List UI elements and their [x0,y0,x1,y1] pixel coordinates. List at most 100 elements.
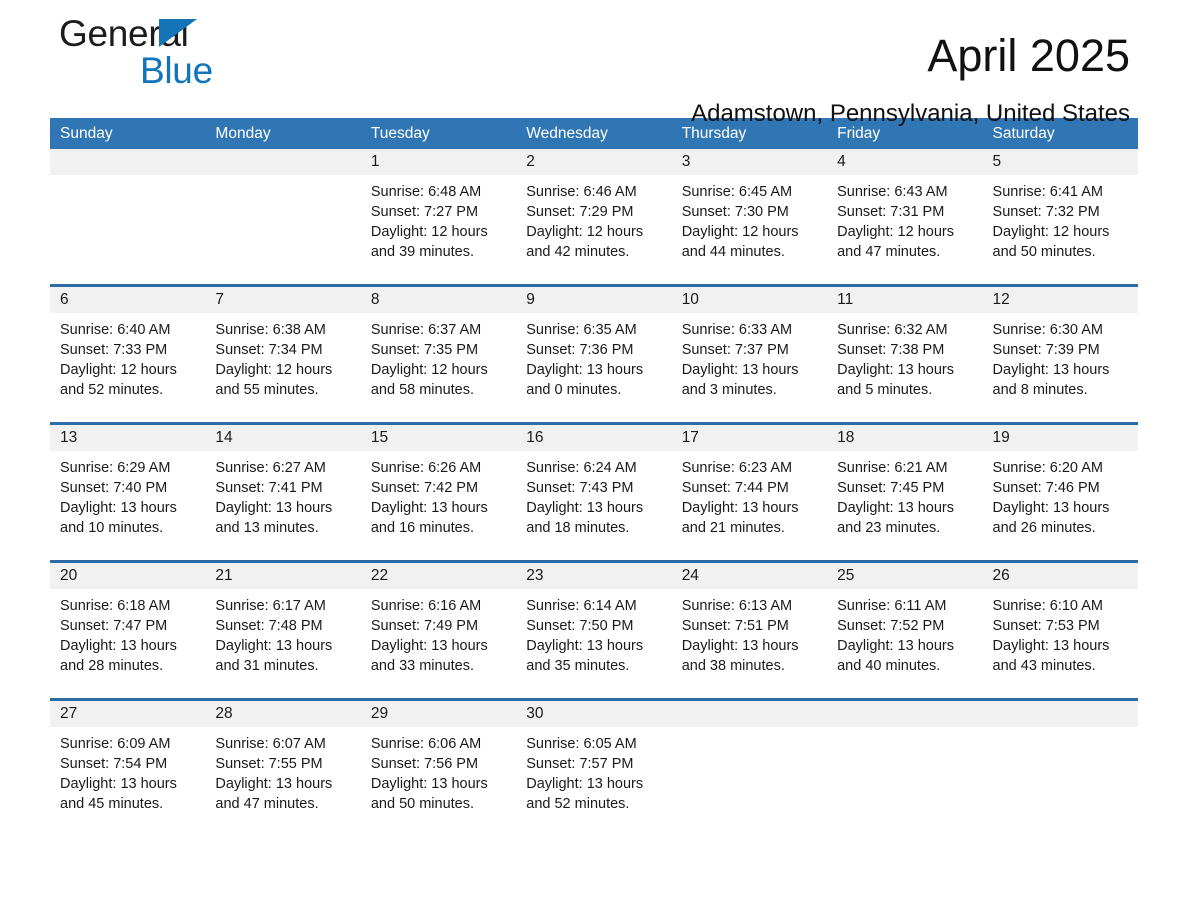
day-info-14[interactable]: Sunrise: 6:27 AM Sunset: 7:41 PM Daylight:… [205,451,360,560]
day-number-7[interactable]: 7 [205,287,360,313]
day-info-line: Daylight: 12 hours [370,224,488,240]
day-info-21[interactable]: Sunrise: 6:17 AM Sunset: 7:48 PM Daylight:… [205,589,360,698]
day-number-22[interactable]: 22 [361,563,516,589]
calendar-week-row: 6 7 8 9 10 11 12 Sunrise: 6:40 AM Sunset: 7:33 P… [50,284,1138,422]
day-info-17[interactable]: Sunrise: 6:23 AM Sunset: 7:44 PM Daylight:… [672,451,827,560]
day-info-line: and 16 minutes. [370,520,475,536]
calendar-weeks: 1 2 3 4 5 Sunrise: 6:48 AM Sunset: 7:27 PM Dayl… [50,149,1138,836]
day-info-24[interactable]: Sunrise: 6:13 AM Sunset: 7:51 PM Daylight:… [672,589,827,698]
logo-top-row: General [59,12,389,56]
calendar-week-row: 13 14 15 16 17 18 19 Sunrise: 6:29 AM Sunset: 7:… [50,422,1138,560]
day-info-16[interactable]: Sunrise: 6:24 AM Sunset: 7:43 PM Daylight:… [516,451,671,560]
day-number-empty [827,701,982,727]
day-info-line: Daylight: 13 hours [370,500,488,516]
day-info-line: Daylight: 13 hours [992,500,1110,516]
day-info-line: Sunset: 7:37 PM [681,342,789,358]
day-number-14[interactable]: 14 [205,425,360,451]
day-info-empty [827,727,982,836]
day-info-2[interactable]: Sunrise: 6:46 AM Sunset: 7:29 PM Daylight:… [516,175,671,284]
day-number-13[interactable]: 13 [50,425,205,451]
day-number-5[interactable]: 5 [983,149,1138,175]
day-info-7[interactable]: Sunrise: 6:38 AM Sunset: 7:34 PM Daylight:… [205,313,360,422]
week-detail-band: Sunrise: 6:48 AM Sunset: 7:27 PM Daylight:… [50,175,1138,284]
day-info-28[interactable]: Sunrise: 6:07 AM Sunset: 7:55 PM Daylight:… [205,727,360,836]
day-info-10[interactable]: Sunrise: 6:33 AM Sunset: 7:37 PM Daylight:… [672,313,827,422]
day-info-line: Sunset: 7:53 PM [992,618,1100,634]
day-info-23[interactable]: Sunrise: 6:14 AM Sunset: 7:50 PM Daylight:… [516,589,671,698]
calendar-page: General Blue April 2025 Adamstown, Penns… [0,0,1188,918]
day-info-line: Daylight: 13 hours [370,776,488,792]
day-info-line: and 43 minutes. [992,658,1096,674]
day-number-20[interactable]: 20 [50,563,205,589]
calendar-week-row: 1 2 3 4 5 Sunrise: 6:48 AM Sunset: 7:27 PM Dayl… [50,149,1138,284]
day-info-line: Sunset: 7:35 PM [370,342,479,358]
location-subtitle: Adamstown, Pennsylvania, United States [691,100,1130,127]
day-info-line: Sunrise: 6:38 AM [215,322,326,338]
day-number-18[interactable]: 18 [827,425,982,451]
day-info-9[interactable]: Sunrise: 6:35 AM Sunset: 7:36 PM Daylight:… [516,313,671,422]
day-info-line: Sunset: 7:46 PM [992,480,1100,496]
week-date-band: 20 21 22 23 24 25 26 [50,563,1138,589]
day-info-line: Sunset: 7:54 PM [60,756,168,772]
day-number-9[interactable]: 9 [516,287,671,313]
day-number-25[interactable]: 25 [827,563,982,589]
day-info-15[interactable]: Sunrise: 6:26 AM Sunset: 7:42 PM Daylight:… [361,451,516,560]
day-info-line: Sunrise: 6:24 AM [526,460,637,476]
day-info-line: and 21 minutes. [681,520,785,536]
day-number-12[interactable]: 12 [983,287,1138,313]
day-number-24[interactable]: 24 [672,563,827,589]
day-info-line: Daylight: 12 hours [837,224,954,240]
day-info-line: Sunrise: 6:48 AM [370,184,482,200]
day-info-line: Sunset: 7:42 PM [370,480,479,496]
day-number-6[interactable]: 6 [50,287,205,313]
day-number-21[interactable]: 21 [205,563,360,589]
week-date-band: 12345 [50,149,1138,175]
day-number-3[interactable]: 3 [672,149,827,175]
day-info-22[interactable]: Sunrise: 6:16 AM Sunset: 7:49 PM Daylight:… [361,589,516,698]
day-info-30[interactable]: Sunrise: 6:05 AM Sunset: 7:57 PM Daylight:… [516,727,671,836]
day-info-line: Daylight: 13 hours [681,638,799,654]
day-info-6[interactable]: Sunrise: 6:40 AM Sunset: 7:33 PM Daylight:… [50,313,205,422]
day-info-line: and 42 minutes. [526,244,630,260]
day-number-26[interactable]: 26 [983,563,1138,589]
day-number-19[interactable]: 19 [983,425,1138,451]
day-info-19[interactable]: Sunrise: 6:20 AM Sunset: 7:46 PM Daylight:… [983,451,1138,560]
day-number-empty [672,701,827,727]
day-number-30[interactable]: 30 [516,701,671,727]
day-info-line: Sunset: 7:49 PM [370,618,479,634]
day-info-1[interactable]: Sunrise: 6:48 AM Sunset: 7:27 PM Daylight:… [361,175,516,284]
day-number-23[interactable]: 23 [516,563,671,589]
day-info-12[interactable]: Sunrise: 6:30 AM Sunset: 7:39 PM Daylight:… [983,313,1138,422]
day-info-8[interactable]: Sunrise: 6:37 AM Sunset: 7:35 PM Daylight:… [361,313,516,422]
day-number-16[interactable]: 16 [516,425,671,451]
day-info-25[interactable]: Sunrise: 6:11 AM Sunset: 7:52 PM Daylight:… [827,589,982,698]
day-number-28[interactable]: 28 [205,701,360,727]
day-number-2[interactable]: 2 [516,149,671,175]
day-info-line: Daylight: 13 hours [215,638,333,654]
day-info-13[interactable]: Sunrise: 6:29 AM Sunset: 7:40 PM Daylight:… [50,451,205,560]
day-info-line: Daylight: 12 hours [681,224,799,240]
day-number-29[interactable]: 29 [361,701,516,727]
day-number-1[interactable]: 1 [361,149,516,175]
day-info-5[interactable]: Sunrise: 6:41 AM Sunset: 7:32 PM Daylight:… [983,175,1138,284]
day-info-27[interactable]: Sunrise: 6:09 AM Sunset: 7:54 PM Daylight:… [50,727,205,836]
day-info-29[interactable]: Sunrise: 6:06 AM Sunset: 7:56 PM Daylight:… [361,727,516,836]
day-number-15[interactable]: 15 [361,425,516,451]
day-number-10[interactable]: 10 [672,287,827,313]
day-number-4[interactable]: 4 [827,149,982,175]
day-info-4[interactable]: Sunrise: 6:43 AM Sunset: 7:31 PM Daylight:… [827,175,982,284]
day-number-17[interactable]: 17 [672,425,827,451]
day-info-18[interactable]: Sunrise: 6:21 AM Sunset: 7:45 PM Daylight:… [827,451,982,560]
day-info-line: Sunrise: 6:35 AM [526,322,637,338]
calendar-grid: Sunday Monday Tuesday Wednesday Thursday Frid… [50,118,1138,836]
day-number-8[interactable]: 8 [361,287,516,313]
day-info-11[interactable]: Sunrise: 6:32 AM Sunset: 7:38 PM Daylight:… [827,313,982,422]
day-number-11[interactable]: 11 [827,287,982,313]
day-info-line: and 26 minutes. [992,520,1096,536]
day-info-3[interactable]: Sunrise: 6:45 AM Sunset: 7:30 PM Daylight:… [672,175,827,284]
day-info-26[interactable]: Sunrise: 6:10 AM Sunset: 7:53 PM Daylight:… [983,589,1138,698]
day-info-line: Sunrise: 6:37 AM [370,322,482,338]
logo-triangle-icon [159,19,197,47]
day-info-20[interactable]: Sunrise: 6:18 AM Sunset: 7:47 PM Daylight:… [50,589,205,698]
day-number-27[interactable]: 27 [50,701,205,727]
